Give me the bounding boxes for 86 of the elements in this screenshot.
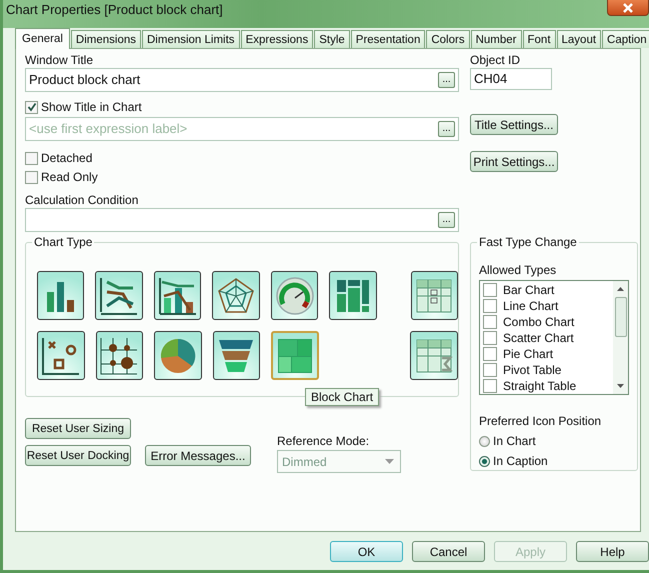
list-item: Pie Chart <box>503 347 554 361</box>
chart-type-button[interactable] <box>410 331 458 380</box>
chart-title-field[interactable]: <use first expression label> ... <box>25 117 459 141</box>
chart-type-button[interactable] <box>96 331 144 380</box>
tab[interactable]: Expressions <box>240 30 314 48</box>
chart-type-button[interactable] <box>212 331 260 380</box>
field-label: Window Title <box>25 53 94 67</box>
tab[interactable]: Font <box>522 30 556 48</box>
scroll-down-icon <box>617 384 624 388</box>
tab[interactable]: Dimensions <box>70 30 141 48</box>
group-label: Fast Type Change <box>477 235 579 249</box>
gauge-icon <box>274 276 315 316</box>
checkbox[interactable] <box>483 363 497 377</box>
field-label: Reference Mode: <box>277 434 370 448</box>
scroll-thumb[interactable] <box>614 297 626 337</box>
checkbox[interactable] <box>483 331 497 345</box>
chart-type-button[interactable] <box>95 271 143 320</box>
checkbox[interactable] <box>25 100 38 114</box>
tab[interactable]: Presentation <box>350 30 426 48</box>
chart-type-button[interactable] <box>154 331 202 380</box>
chart-type-button[interactable] <box>410 271 458 320</box>
error-messages-button[interactable]: Error Messages... <box>145 445 251 466</box>
browse-button[interactable]: ... <box>438 121 455 137</box>
list-item: Bar Chart <box>503 283 554 297</box>
tab[interactable]: Style <box>314 30 350 48</box>
checkbox-label: Show Title in Chart <box>41 100 142 114</box>
object-id-field[interactable]: CH04 <box>470 68 552 90</box>
tab[interactable]: Caption <box>602 30 649 48</box>
list-item: Pivot Table <box>503 363 562 377</box>
allowed-types-list[interactable]: Bar Chart Line Chart Combo Chart Scatter Chart Pie Chart Pivot Table Straight Table <box>479 280 629 395</box>
checkbox[interactable] <box>25 170 38 184</box>
list-item: Straight Table <box>503 379 576 393</box>
browse-button[interactable]: ... <box>438 212 455 228</box>
radio-button[interactable] <box>479 436 490 446</box>
list-item: Combo Chart <box>503 315 574 329</box>
chart-type-button[interactable] <box>212 271 260 320</box>
checkbox[interactable] <box>483 379 497 393</box>
scatter-chart-icon <box>40 336 81 376</box>
line-chart-icon <box>99 276 140 316</box>
radio-button[interactable] <box>479 456 490 466</box>
window-title-field[interactable]: Product block chart ... <box>25 68 459 92</box>
field-label: Calculation Condition <box>25 193 140 207</box>
checkbox[interactable] <box>483 315 497 329</box>
calculation-condition-field[interactable]: ... <box>25 208 459 232</box>
chart-type-button[interactable] <box>154 271 202 320</box>
tab[interactable]: Number <box>470 30 522 48</box>
list-item: Line Chart <box>503 299 558 313</box>
checkbox[interactable] <box>25 152 38 164</box>
checkbox[interactable] <box>483 299 497 313</box>
reset-sizing-button[interactable]: Reset User Sizing <box>25 418 131 439</box>
dialog-button[interactable]: Help <box>576 541 649 562</box>
checkbox-label: Read Only <box>41 170 98 184</box>
tab[interactable]: General <box>15 28 70 49</box>
tab[interactable]: Dimension Limits <box>142 30 240 48</box>
combo-chart-icon <box>158 276 198 316</box>
browse-button[interactable]: ... <box>438 72 455 88</box>
radio-label: In Chart <box>493 434 536 448</box>
radar-chart-icon <box>216 276 256 316</box>
chart-type-button[interactable] <box>37 331 85 380</box>
field-label: Allowed Types <box>479 263 558 277</box>
window-title: Chart Properties [Product block chart] <box>6 1 223 17</box>
list-item: Scatter Chart <box>503 331 574 345</box>
caret-icon <box>385 459 394 464</box>
scroll-up-icon <box>617 287 624 291</box>
radio-label: In Caption <box>493 454 548 468</box>
dialog-button[interactable]: Cancel <box>412 541 485 562</box>
bubble-chart-icon <box>99 336 140 376</box>
chart-type-button[interactable] <box>37 271 84 320</box>
chart-type-button[interactable] <box>270 271 318 320</box>
group-label: Chart Type <box>32 235 94 249</box>
field-label: Preferred Icon Position <box>479 414 602 428</box>
checkbox[interactable] <box>483 283 497 297</box>
checkbox[interactable] <box>483 347 497 361</box>
title-settings-button[interactable]: Title Settings... <box>470 114 558 135</box>
close-icon <box>622 2 634 12</box>
chart-type-button[interactable] <box>329 271 377 320</box>
scrollbar[interactable] <box>613 281 628 394</box>
checkbox-label: Detached <box>41 151 92 165</box>
print-settings-button[interactable]: Print Settings... <box>470 151 558 172</box>
tab[interactable]: Layout <box>556 30 602 48</box>
tooltip: Block Chart <box>305 388 380 406</box>
tab[interactable]: Colors <box>426 30 470 48</box>
reset-docking-button[interactable]: Reset User Docking <box>25 445 131 466</box>
field-label: Object ID <box>470 53 522 67</box>
dialog-button[interactable]: OK <box>330 541 403 562</box>
close-button[interactable] <box>607 0 649 16</box>
